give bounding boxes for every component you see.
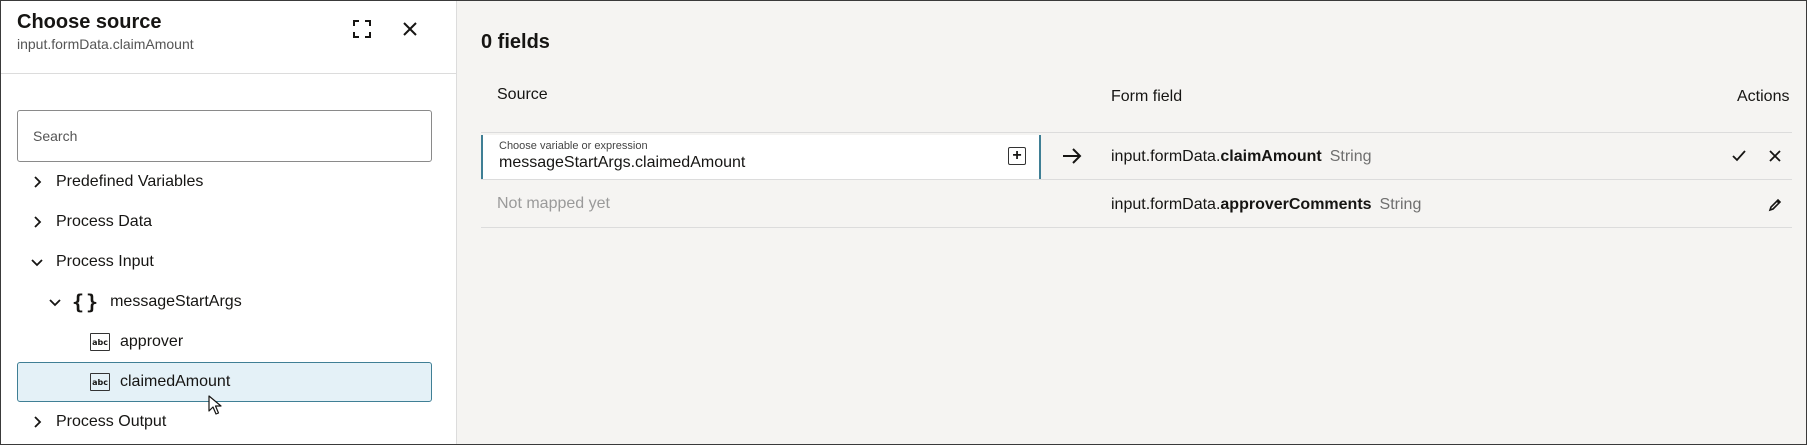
header-divider: [1, 73, 457, 74]
column-header-actions: Actions: [1737, 88, 1790, 105]
chevron-down-icon: [30, 255, 44, 269]
cancel-x-icon[interactable]: [1765, 146, 1785, 166]
tree-label: claimedAmount: [120, 373, 231, 390]
chevron-down-icon: [48, 295, 62, 309]
tree-label: approver: [120, 333, 184, 350]
tree-item-approver[interactable]: abc approver: [17, 322, 432, 362]
app-window: Choose source input.formData.claimAmount…: [0, 0, 1807, 445]
row-divider: [481, 179, 1792, 180]
tree-item-process-input[interactable]: Process Input: [17, 242, 432, 282]
tree-item-message-start-args[interactable]: {} messageStartArgs: [17, 282, 432, 322]
field-name: approverComments: [1220, 196, 1372, 213]
object-braces-icon: {}: [72, 290, 101, 314]
tree-label: Process Input: [56, 253, 154, 270]
tree-item-process-data[interactable]: Process Data: [17, 202, 432, 242]
tree-label: messageStartArgs: [110, 293, 242, 310]
confirm-check-icon[interactable]: [1729, 146, 1749, 166]
mapping-panel: 0 fields Source Form field Actions Choos…: [457, 1, 1806, 444]
chevron-right-icon: [30, 415, 44, 429]
edit-pencil-icon[interactable]: [1765, 195, 1785, 215]
string-type-icon: abc: [90, 333, 110, 351]
row-divider: [481, 227, 1792, 228]
field-name: claimAmount: [1220, 148, 1322, 165]
source-field-value: messageStartArgs.claimedAmount: [499, 154, 746, 171]
tree-label: Predefined Variables: [56, 173, 204, 190]
chevron-right-icon: [30, 215, 44, 229]
tree-item-predefined-variables[interactable]: Predefined Variables: [17, 162, 432, 202]
form-field-claim-amount: input.formData.claimAmount String: [1111, 148, 1372, 166]
form-field-approver-comments: input.formData.approverComments String: [1111, 196, 1421, 214]
column-header-source: Source: [497, 86, 548, 103]
row-divider: [481, 132, 1792, 133]
tree-item-process-output[interactable]: Process Output: [17, 402, 432, 442]
tree-label: Process Output: [56, 413, 167, 430]
add-expression-icon[interactable]: +: [1008, 147, 1026, 165]
field-type: String: [1379, 196, 1422, 213]
search-input[interactable]: [17, 110, 432, 162]
tree-label: Process Data: [56, 213, 153, 230]
fields-count-title: 0 fields: [481, 31, 550, 53]
field-prefix: input.formData.: [1111, 196, 1221, 213]
panel-subtitle: input.formData.claimAmount: [17, 36, 194, 52]
field-type: String: [1329, 148, 1372, 165]
tree-item-claimed-amount[interactable]: abc claimedAmount: [17, 362, 432, 402]
panel-title: Choose source: [17, 11, 162, 33]
expand-icon[interactable]: [348, 15, 376, 43]
not-mapped-text: Not mapped yet: [497, 195, 610, 212]
column-header-form-field: Form field: [1111, 88, 1183, 105]
field-prefix: input.formData.: [1111, 148, 1221, 165]
choose-source-panel: Choose source input.formData.claimAmount…: [1, 1, 457, 444]
source-expression-field[interactable]: Choose variable or expression messageSta…: [481, 135, 1041, 179]
string-type-icon: abc: [90, 373, 110, 391]
arrow-right-icon: [1063, 148, 1082, 164]
chevron-right-icon: [30, 175, 44, 189]
source-field-label: Choose variable or expression: [499, 140, 648, 152]
close-icon[interactable]: [396, 15, 424, 43]
